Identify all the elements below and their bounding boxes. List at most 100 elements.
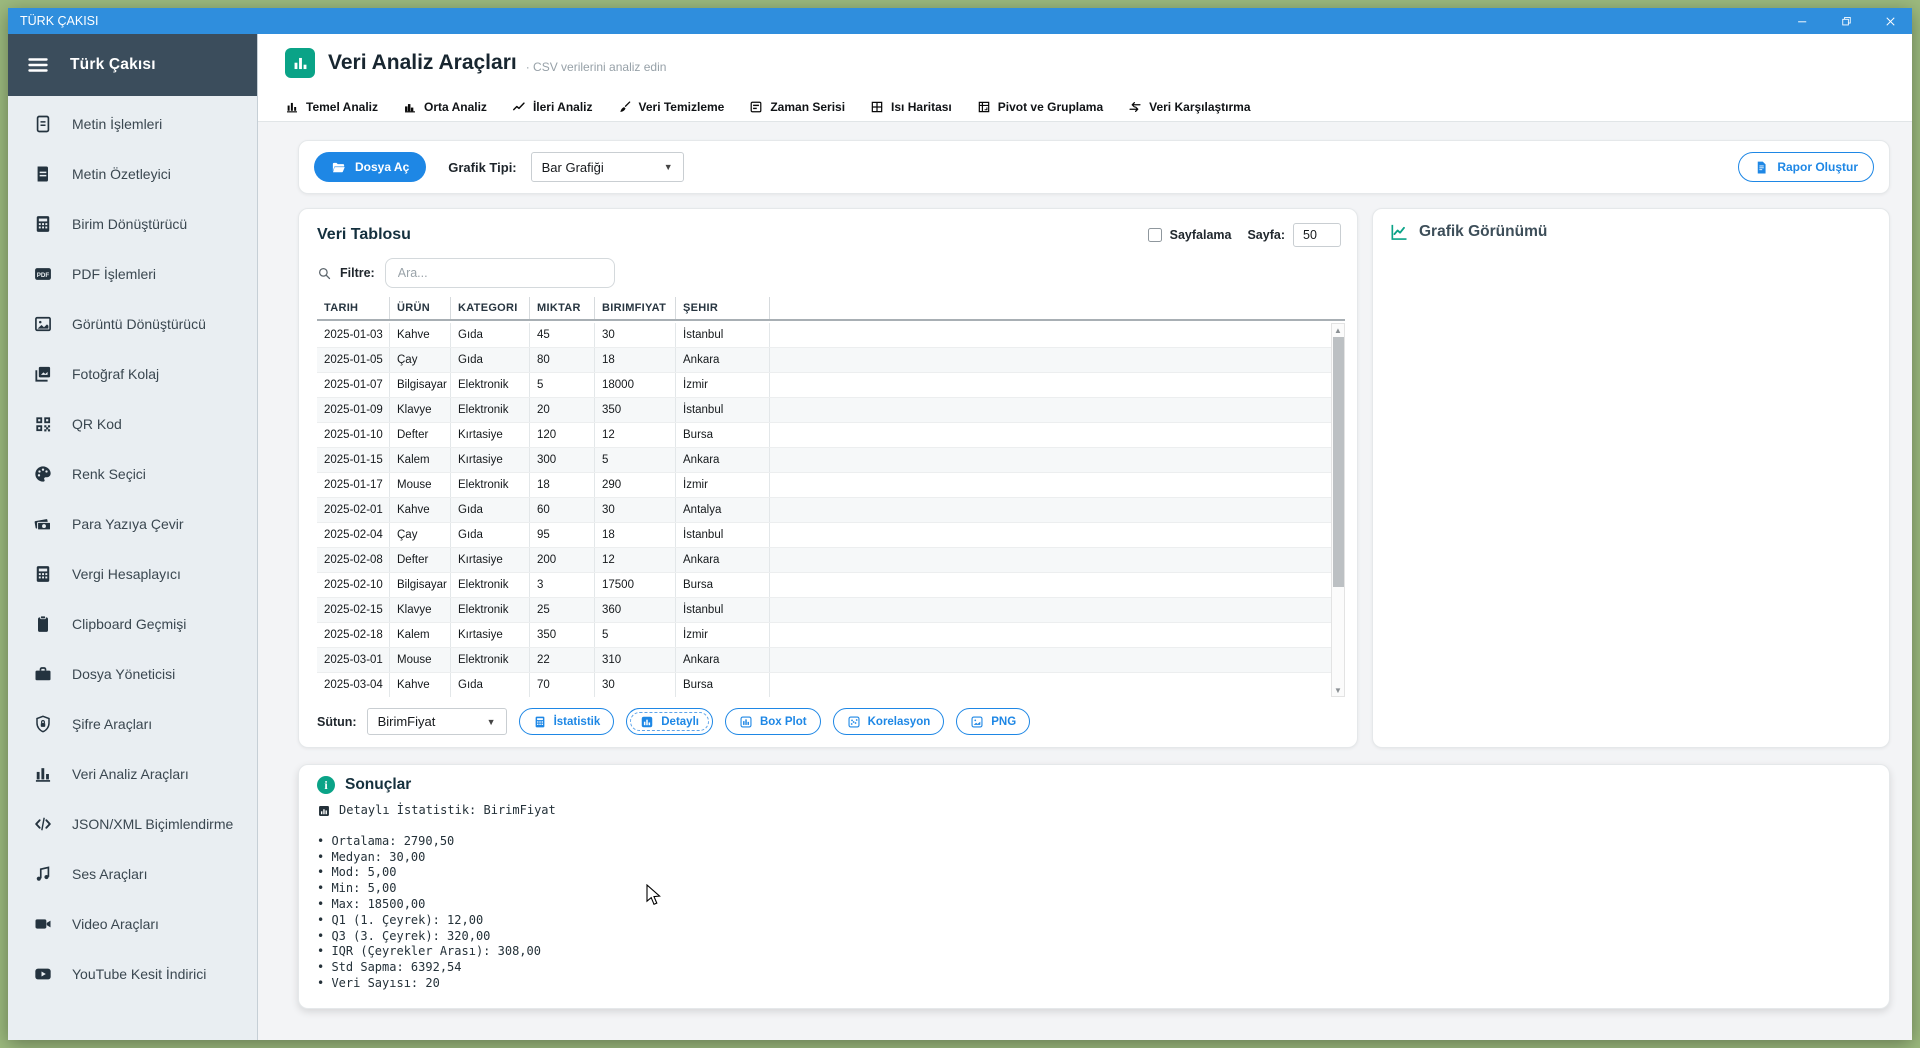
toolbar-card: Dosya Aç Grafik Tipi: Bar Grafiği ▼ Rapo… [298, 140, 1890, 194]
cell-kategori: Kırtasiye [451, 548, 530, 572]
pagination-label: Sayfalama [1169, 228, 1232, 242]
tab-i-leri-analiz[interactable]: İleri Analiz [512, 92, 593, 121]
filter-input[interactable] [384, 258, 615, 288]
clipboard-icon [33, 614, 53, 634]
sidebar-item-label: Birim Dönüştürücü [72, 216, 188, 232]
scroll-up-arrow-icon[interactable]: ▲ [1332, 324, 1344, 336]
tab-isi-haritasi[interactable]: Isı Haritası [870, 92, 952, 121]
stat-line: Max: 18500,00 [317, 897, 1871, 913]
column-header-miktar: MIKTAR [530, 297, 595, 319]
sidebar-item-goruntu-donusturucu[interactable]: Görüntü Dönüştürücü [8, 299, 257, 349]
cell-tarih: 2025-02-04 [317, 523, 390, 547]
image-icon [33, 314, 53, 334]
i-statistik-button[interactable]: İstatistik [518, 708, 615, 735]
sidebar-item-sifre-araclari[interactable]: Şifre Araçları [8, 699, 257, 749]
page-size-input[interactable] [1293, 223, 1341, 247]
tab-pivot-ve-gruplama[interactable]: Pivot ve Gruplama [977, 92, 1103, 121]
open-file-button[interactable]: Dosya Aç [314, 152, 427, 182]
png-button[interactable]: PNG [956, 708, 1031, 735]
table-row[interactable]: 2025-02-01 Kahve Gıda 60 30 Antalya [317, 498, 1331, 523]
table-row[interactable]: 2025-02-10 Bilgisayar Elektronik 3 17500 Burs… [317, 573, 1331, 598]
desktop: { "titlebar": { "title": "TÜRK ÇAKISI" }… [0, 0, 1920, 1048]
sidebar-item-para-yaziya-cevir[interactable]: Para Yazıya Çevir [8, 499, 257, 549]
cell-miktar: 80 [530, 348, 595, 372]
sidebar-item-veri-analiz-araclari[interactable]: Veri Analiz Araçları [8, 749, 257, 799]
cell-urun: Kalem [390, 448, 451, 472]
minimize-button[interactable] [1780, 8, 1824, 34]
scroll-down-arrow-icon[interactable]: ▼ [1332, 684, 1344, 696]
maximize-button[interactable] [1824, 8, 1868, 34]
stat-line: Mod: 5,00 [317, 865, 1871, 881]
cell-birimfiyat: 18000 [595, 373, 676, 397]
code-icon [33, 814, 53, 834]
sidebar-item-ses-araclari[interactable]: Ses Araçları [8, 849, 257, 899]
table-row[interactable]: 2025-03-01 Mouse Elektronik 22 310 Ankara [317, 648, 1331, 673]
cell-kategori: Elektronik [451, 648, 530, 672]
tool-badge [285, 48, 315, 78]
column-select[interactable]: BirimFiyat ▼ [366, 708, 507, 735]
sidebar-item-pdf-i-slemleri[interactable]: PDF PDF İşlemleri [8, 249, 257, 299]
sidebar-item-qr-kod[interactable]: QR Kod [8, 399, 257, 449]
tab-pivot-icon [977, 100, 991, 114]
sidebar-item-video-araclari[interactable]: Video Araçları [8, 899, 257, 949]
table-row[interactable]: 2025-02-18 Kalem Kırtasiye 350 5 İzmir [317, 623, 1331, 648]
korelasyon-button[interactable]: Korelasyon [832, 708, 945, 735]
table-row[interactable]: 2025-01-15 Kalem Kırtasiye 300 5 Ankara [317, 448, 1331, 473]
sidebar-item-dosya-yoneticisi[interactable]: Dosya Yöneticisi [8, 649, 257, 699]
cell-kategori: Elektronik [451, 373, 530, 397]
sidebar-item-json-xml-bicimlendirme[interactable]: JSON/XML Biçimlendirme [8, 799, 257, 849]
pdf-icon: PDF [33, 264, 53, 284]
sidebar-item-fotograf-kolaj[interactable]: Fotoğraf Kolaj [8, 349, 257, 399]
vertical-scrollbar[interactable]: ▲ ▼ [1331, 323, 1345, 697]
pagination-checkbox[interactable] [1147, 228, 1162, 242]
table-row[interactable]: 2025-02-04 Çay Gıda 95 18 İstanbul [317, 523, 1331, 548]
table-row[interactable]: 2025-01-05 Çay Gıda 80 18 Ankara [317, 348, 1331, 373]
sidebar-item-clipboard-gecmisi[interactable]: Clipboard Geçmişi [8, 599, 257, 649]
cell-miktar: 18 [530, 473, 595, 497]
create-report-button[interactable]: Rapor Oluştur [1738, 152, 1874, 182]
stats-list: Ortalama: 2790,50Medyan: 30,00Mod: 5,00M… [317, 834, 1871, 992]
sidebar-item-metin-i-slemleri[interactable]: Metin İşlemleri [8, 99, 257, 149]
table-row[interactable]: 2025-01-09 Klavye Elektronik 20 350 İstanbul [317, 398, 1331, 423]
tab-broom-icon [618, 100, 632, 114]
chart-type-select[interactable]: Bar Grafiği ▼ [530, 152, 684, 182]
box-plot-button[interactable]: Box Plot [724, 708, 821, 735]
tab-bar: Temel Analiz Orta Analiz İleri Analiz Veri … [258, 92, 1912, 122]
file-text-icon [33, 114, 53, 134]
table-row[interactable]: 2025-01-10 Defter Kırtasiye 120 12 Bursa [317, 423, 1331, 448]
cell-urun: Klavye [390, 398, 451, 422]
cell-birimfiyat: 30 [595, 673, 676, 697]
column-header-kategori: KATEGORI [451, 297, 530, 319]
scatter-icon [847, 715, 861, 729]
sidebar-item-youtube-kesit-i-ndirici[interactable]: YouTube Kesit İndirici [8, 949, 257, 999]
scrollbar-thumb[interactable] [1332, 337, 1344, 587]
sidebar-item-renk-secici[interactable]: Renk Seçici [8, 449, 257, 499]
detayli-button[interactable]: Detaylı [626, 708, 713, 735]
tab-zaman-serisi[interactable]: Zaman Serisi [749, 92, 845, 121]
close-button[interactable] [1868, 8, 1912, 34]
chart-panel-header: Grafik Görünümü [1389, 222, 1873, 242]
tab-label: Isı Haritası [891, 99, 952, 114]
tab-temel-analiz[interactable]: Temel Analiz [285, 92, 378, 121]
money-icon [33, 514, 53, 534]
table-row[interactable]: 2025-01-17 Mouse Elektronik 18 290 İzmir [317, 473, 1331, 498]
sidebar-item-birim-donusturucu[interactable]: Birim Dönüştürücü [8, 199, 257, 249]
tab-veri-karsilastirma[interactable]: Veri Karşılaştırma [1128, 92, 1251, 121]
cell-kategori: Elektronik [451, 573, 530, 597]
stat-line: Medyan: 30,00 [317, 850, 1871, 866]
button-label: Korelasyon [867, 715, 931, 728]
sidebar-item-vergi-hesaplayici[interactable]: Vergi Hesaplayıcı [8, 549, 257, 599]
page-title: Veri Analiz Araçları [328, 51, 517, 74]
tab-orta-analiz[interactable]: Orta Analiz [403, 92, 487, 121]
sidebar-item-metin-ozetleyici[interactable]: Metin Özetleyici [8, 149, 257, 199]
table-row[interactable]: 2025-02-15 Klavye Elektronik 25 360 İstanbul [317, 598, 1331, 623]
chart-type-label: Grafik Tipi: [448, 159, 517, 175]
table-row[interactable]: 2025-01-03 Kahve Gıda 45 30 İstanbul [317, 323, 1331, 348]
table-row[interactable]: 2025-02-08 Defter Kırtasiye 200 12 Ankara [317, 548, 1331, 573]
table-row[interactable]: 2025-01-07 Bilgisayar Elektronik 5 18000 İzmi… [317, 373, 1331, 398]
cell-kategori: Kırtasiye [451, 623, 530, 647]
hamburger-icon[interactable] [26, 53, 50, 77]
cell-miktar: 5 [530, 373, 595, 397]
table-row[interactable]: 2025-03-04 Kahve Gıda 70 30 Bursa [317, 673, 1331, 697]
tab-veri-temizleme[interactable]: Veri Temizleme [618, 92, 724, 121]
